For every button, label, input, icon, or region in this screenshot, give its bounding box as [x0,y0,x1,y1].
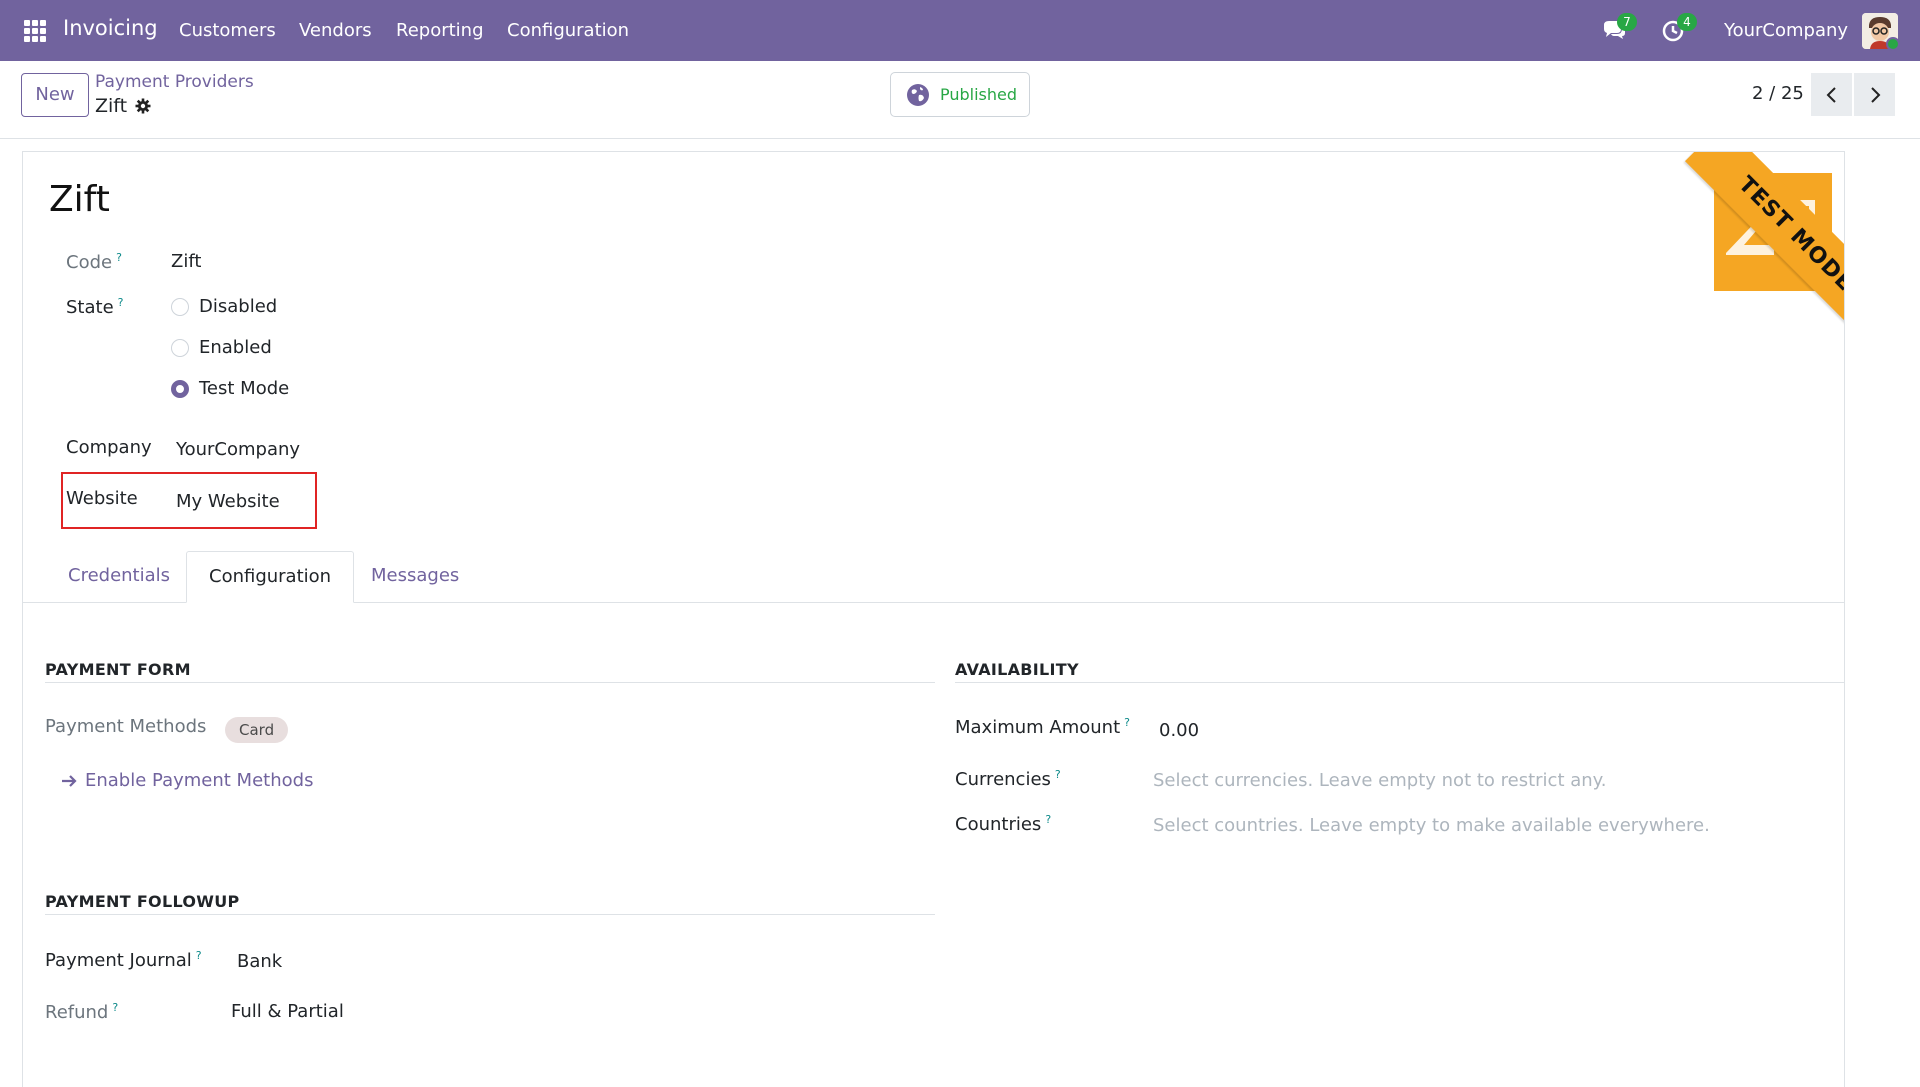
top-navbar: Invoicing Customers Vendors Reporting Co… [0,0,1920,61]
state-disabled-label[interactable]: Disabled [199,296,277,317]
currencies-input[interactable]: Select currencies. Leave empty not to re… [1153,770,1606,791]
company-label: Company [66,437,152,458]
published-label: Published [940,85,1018,104]
company-field[interactable]: YourCompany [176,439,300,460]
record-name-label: Zift [95,95,128,117]
payment-form-section-title: PAYMENT FORM [45,660,191,679]
maximum-amount-label: Maximum Amount? [955,716,1130,738]
messages-count-badge: 7 [1617,13,1637,31]
payment-method-tag-card[interactable]: Card [225,717,289,743]
refund-value: Full & Partial [231,1001,344,1022]
pager-next-button[interactable] [1854,73,1895,116]
enable-payment-methods-label: Enable Payment Methods [85,770,314,791]
state-test-mode-label[interactable]: Test Mode [199,378,289,399]
pager-value[interactable]: 2 / 25 [1752,83,1804,104]
code-value: Zift [171,251,202,272]
messages-button[interactable]: 7 [1601,13,1637,43]
chevron-right-icon [1870,86,1880,103]
payment-journal-help-icon[interactable]: ? [196,949,202,962]
menu-reporting[interactable]: Reporting [396,20,484,41]
code-help-icon[interactable]: ? [116,251,122,264]
pager-previous-button[interactable] [1811,73,1852,116]
state-disabled-radio[interactable] [171,298,189,316]
company-switcher[interactable]: YourCompany [1724,20,1848,41]
availability-divider [955,682,1844,683]
gear-icon[interactable] [135,98,151,114]
app-name[interactable]: Invoicing [63,16,158,40]
refund-label: Refund? [45,1001,119,1023]
form-sheet: Zift TEST MODE Code? Zift State? Disable… [22,151,1845,1087]
menu-customers[interactable]: Customers [179,20,276,41]
countries-help-icon[interactable]: ? [1045,813,1051,826]
website-field[interactable]: My Website [176,491,280,512]
state-help-icon[interactable]: ? [118,296,124,309]
chevron-left-icon [1826,86,1836,103]
tab-credentials[interactable]: Credentials [46,551,192,603]
test-mode-ribbon: TEST MODE [1646,152,1844,351]
countries-input[interactable]: Select countries. Leave empty to make av… [1153,815,1710,836]
refund-help-icon[interactable]: ? [112,1001,118,1014]
published-button[interactable]: Published [890,72,1030,117]
apps-menu-icon[interactable] [24,20,46,42]
new-button[interactable]: New [21,73,89,117]
menu-vendors[interactable]: Vendors [299,20,372,41]
record-title[interactable]: Zift [49,179,110,220]
online-status-dot [1886,37,1900,51]
tab-configuration[interactable]: Configuration [186,551,355,603]
payment-form-divider [45,682,935,683]
tab-messages[interactable]: Messages [349,551,481,603]
activities-button[interactable]: 4 [1661,13,1697,43]
currencies-label: Currencies? [955,768,1061,790]
breadcrumb-current-record: Zift [95,95,151,117]
payment-followup-divider [45,914,935,915]
user-avatar[interactable] [1862,13,1900,51]
payment-journal-field[interactable]: Bank [237,951,282,972]
menu-configuration[interactable]: Configuration [507,20,629,41]
activities-count-badge: 4 [1677,13,1697,31]
state-label: State? [66,296,124,318]
globe-icon [907,83,929,106]
countries-label: Countries? [955,813,1052,835]
payment-methods-label: Payment Methods [45,716,207,737]
enable-payment-methods-link[interactable]: Enable Payment Methods [61,770,313,791]
control-panel: New Payment Providers Zift Published 2 /… [0,61,1920,139]
breadcrumb-payment-providers[interactable]: Payment Providers [95,72,254,92]
currencies-help-icon[interactable]: ? [1055,768,1061,781]
payment-journal-label: Payment Journal? [45,949,202,971]
state-enabled-label[interactable]: Enabled [199,337,272,358]
state-test-mode-radio[interactable] [171,380,189,398]
maximum-amount-help-icon[interactable]: ? [1124,716,1130,729]
arrow-right-icon [62,774,77,787]
website-label: Website [66,488,138,509]
maximum-amount-input[interactable]: 0.00 [1159,720,1199,741]
availability-section-title: AVAILABILITY [955,660,1079,679]
code-label: Code? [66,251,122,273]
payment-followup-section-title: PAYMENT FOLLOWUP [45,892,240,911]
state-enabled-radio[interactable] [171,339,189,357]
